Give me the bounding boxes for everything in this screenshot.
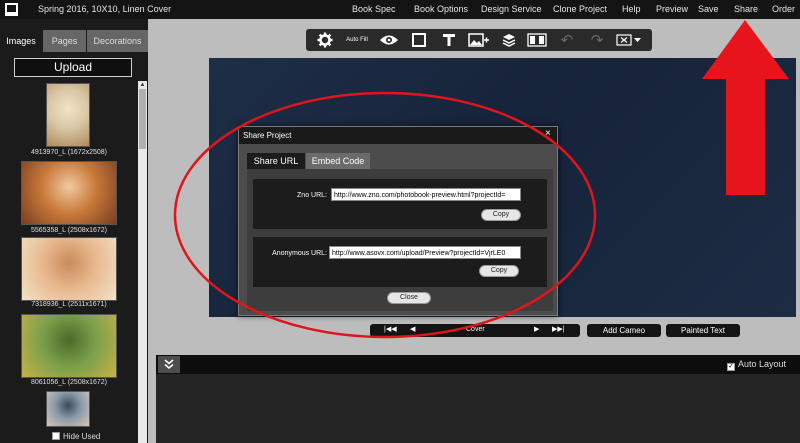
add-image-icon[interactable] — [466, 29, 492, 51]
auto-fill-button[interactable]: Auto Fill — [344, 29, 370, 51]
layers-icon[interactable] — [498, 29, 520, 51]
delete-dropdown-icon[interactable] — [614, 29, 644, 51]
hide-used-checkbox[interactable]: Hide Used — [52, 432, 100, 441]
tab-embed-code[interactable]: Embed Code — [306, 153, 370, 169]
close-icon[interactable]: × — [545, 128, 551, 139]
zno-url-label: Zno URL: — [297, 192, 327, 199]
auto-layout-label: Auto Layout — [738, 359, 787, 369]
gear-icon[interactable] — [314, 29, 336, 51]
square-icon[interactable] — [408, 29, 430, 51]
image-thumbnail[interactable] — [46, 391, 90, 427]
current-page-label: Cover — [466, 326, 485, 333]
tab-images[interactable]: Images — [0, 30, 42, 52]
menu-preview[interactable]: Preview — [656, 4, 688, 14]
image-caption: 4913970_L (1672x2508) — [30, 149, 108, 156]
image-thumbnail[interactable] — [46, 83, 90, 147]
undo-icon[interactable]: ↶ — [556, 29, 578, 51]
copy-zno-url-button[interactable]: Copy — [481, 209, 521, 221]
image-list-scrollbar[interactable]: ▲ — [138, 81, 147, 443]
page-navigator: |◀◀ ◀ Cover ▶ ▶▶| — [370, 324, 580, 337]
menu-design-service[interactable]: Design Service — [481, 4, 542, 14]
menu-book-spec[interactable]: Book Spec — [352, 4, 396, 14]
top-menu-bar: Spring 2016, 10X10, Linen Cover Book Spe… — [0, 0, 800, 19]
anonymous-url-section: Anonymous URL: http://www.asovx.com/uplo… — [253, 237, 547, 287]
prev-page-icon[interactable]: ◀ — [410, 325, 415, 333]
last-page-icon[interactable]: ▶▶| — [552, 325, 565, 333]
left-panel: Images Pages Decorations Upload 4913970_… — [0, 19, 148, 443]
app-logo-icon[interactable] — [5, 3, 18, 16]
image-caption: 7318936_L (2511x1671) — [31, 301, 107, 308]
dialog-title: Share Project — [243, 131, 292, 140]
text-icon[interactable] — [438, 29, 460, 51]
image-thumbnail[interactable] — [21, 237, 117, 301]
scrollbar-thumb[interactable] — [139, 89, 146, 149]
checkbox-icon[interactable] — [52, 432, 60, 440]
anonymous-url-field[interactable]: http://www.asovx.com/upload/Preview?proj… — [329, 246, 521, 259]
auto-layout-checkbox[interactable]: ✓ Auto Layout — [727, 359, 786, 371]
editor-toolbar: Auto Fill ↶ ↷ — [306, 29, 652, 51]
tray-header: ✓ Auto Layout — [156, 355, 800, 374]
upload-button[interactable]: Upload — [14, 58, 132, 77]
grid-icon[interactable] — [524, 29, 550, 51]
tab-decorations[interactable]: Decorations — [87, 30, 148, 52]
menu-clone-project[interactable]: Clone Project — [553, 4, 607, 14]
redo-icon[interactable]: ↷ — [586, 29, 608, 51]
image-caption: 5565358_L (2508x1672) — [30, 227, 108, 234]
share-project-dialog: Share Project × Share URL Embed Code Zno… — [238, 126, 558, 316]
add-cameo-button[interactable]: Add Cameo — [587, 324, 661, 337]
dialog-body: Zno URL: http://www.zno.com/photobook-pr… — [247, 169, 553, 311]
tab-share-url[interactable]: Share URL — [247, 153, 305, 169]
checkbox-icon[interactable]: ✓ — [727, 363, 735, 371]
image-caption: 8061056_L (2508x1672) — [30, 379, 108, 386]
menu-book-options[interactable]: Book Options — [414, 4, 468, 14]
menu-share[interactable]: Share — [734, 4, 758, 14]
document-title: Spring 2016, 10X10, Linen Cover — [38, 4, 172, 14]
hide-used-label: Hide Used — [63, 432, 101, 441]
bottom-tray: ✓ Auto Layout — [156, 355, 800, 443]
zno-url-field[interactable]: http://www.zno.com/photobook-preview.htm… — [331, 188, 521, 201]
menu-save[interactable]: Save — [698, 4, 719, 14]
dialog-header: Share Project × — [239, 127, 557, 144]
close-button[interactable]: Close — [387, 292, 431, 304]
menu-order[interactable]: Order — [772, 4, 795, 14]
painted-text-button[interactable]: Painted Text — [666, 324, 740, 337]
copy-anonymous-url-button[interactable]: Copy — [479, 265, 519, 277]
zno-url-section: Zno URL: http://www.zno.com/photobook-pr… — [253, 179, 547, 229]
next-page-icon[interactable]: ▶ — [534, 325, 539, 333]
anonymous-url-label: Anonymous URL: — [272, 250, 327, 257]
image-thumbnail[interactable] — [21, 314, 117, 378]
eye-icon[interactable] — [376, 29, 402, 51]
scroll-up-icon[interactable]: ▲ — [139, 81, 146, 89]
first-page-icon[interactable]: |◀◀ — [384, 325, 397, 333]
tab-pages[interactable]: Pages — [43, 30, 86, 52]
collapse-tray-icon[interactable] — [158, 356, 180, 373]
image-thumbnail[interactable] — [21, 161, 117, 225]
menu-help[interactable]: Help — [622, 4, 641, 14]
